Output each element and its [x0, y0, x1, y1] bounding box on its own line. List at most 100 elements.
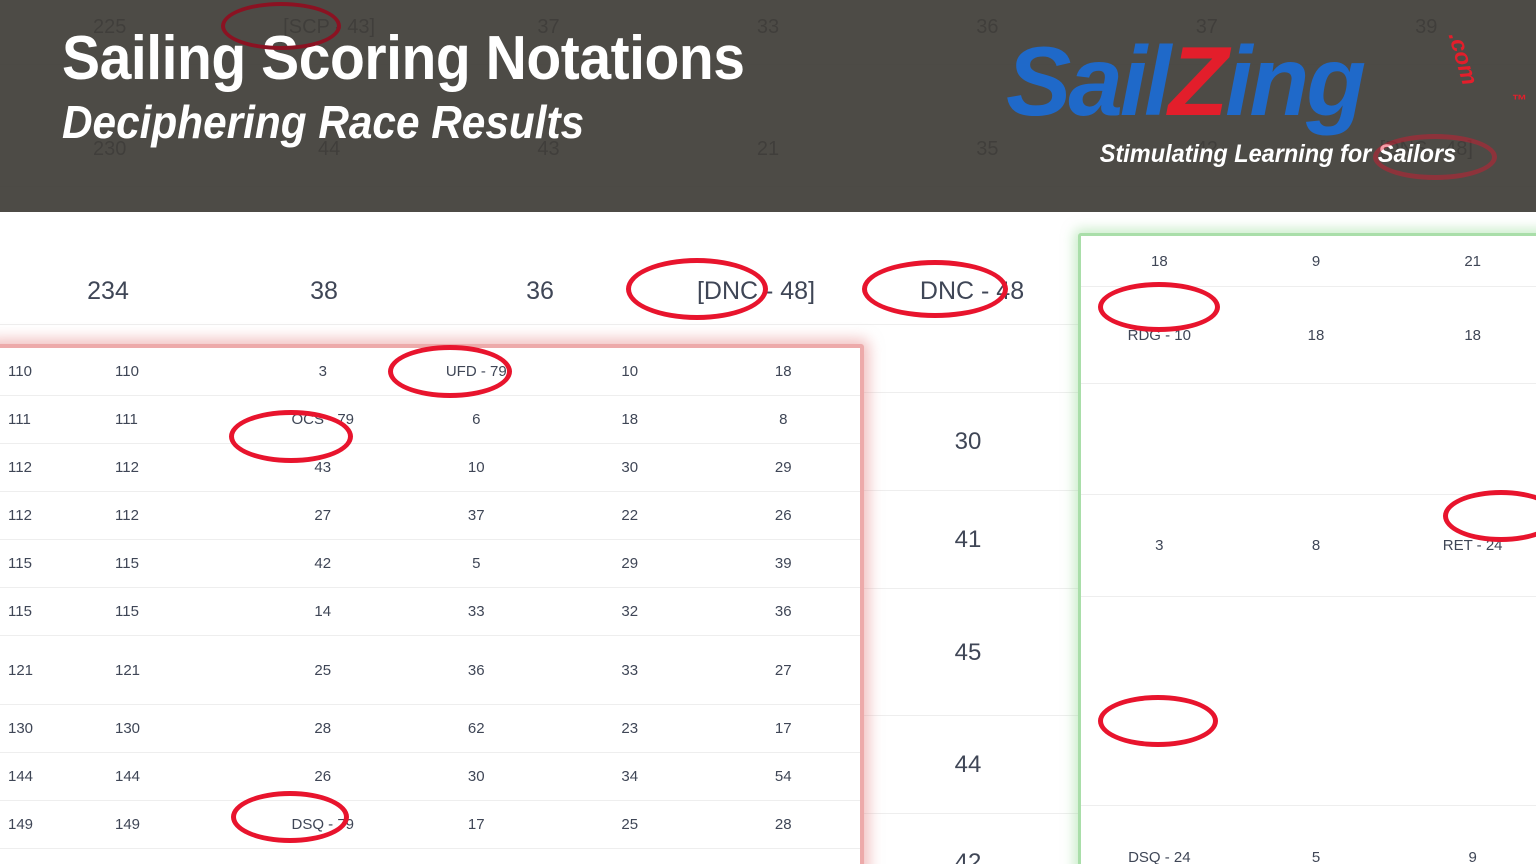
cell-race: 5 — [399, 539, 553, 588]
middle-score-cell: 42 — [856, 813, 1080, 864]
table-row: 112 112 43 10 30 29 — [0, 443, 860, 492]
middle-score-cell: 30 — [856, 392, 1080, 491]
cell-race: 39 — [706, 539, 860, 588]
logo-tagline: Stimulating Learning for Sailors — [1099, 140, 1457, 168]
cell-empty — [1237, 596, 1395, 806]
cell-race: 14 — [246, 587, 400, 636]
cell-race: 8 — [706, 395, 860, 444]
cell-race: 18 — [1394, 286, 1536, 384]
cell-sail: 110 — [105, 348, 246, 396]
mid-cell: 234 — [87, 276, 129, 305]
mid-cell: 36 — [526, 276, 554, 305]
cell-race: 22 — [553, 491, 707, 540]
cell-sail: 144 — [105, 752, 246, 801]
cell-race: 23 — [553, 704, 707, 753]
cell-race: 26 — [706, 491, 860, 540]
table-row: 144 144 26 30 34 54 — [0, 752, 860, 801]
cell-sail: 130 — [105, 704, 246, 753]
cell-race: 17 — [399, 800, 553, 849]
cell-race: 34 — [553, 752, 707, 801]
cell-empty — [1081, 383, 1238, 495]
cell-race: 29 — [399, 848, 553, 864]
cell-sail: 149 — [105, 800, 246, 849]
cell-sail: 121 — [105, 635, 246, 705]
page-subtitle: Deciphering Race Results — [62, 96, 585, 148]
cell-race: 43 — [246, 443, 400, 492]
cell-id: 112 — [0, 443, 105, 492]
cell-race: 30 — [553, 443, 707, 492]
cell-race: 30 — [399, 752, 553, 801]
cell-id: 115 — [0, 587, 105, 636]
table-row: 18 9 21 — [1081, 236, 1536, 287]
cell-race-ret: RET - 24 — [1394, 494, 1536, 597]
table-row: RDG - 10 18 18 — [1081, 286, 1536, 384]
cell-empty — [1394, 383, 1536, 495]
cell-race: 18 — [1237, 286, 1395, 384]
logo-text-dotcom: .com — [1443, 29, 1484, 88]
cell-id: 149 — [0, 800, 105, 849]
cell-race: 17 — [706, 704, 860, 753]
cell-race: 50 — [553, 848, 707, 864]
cell-race: 25 — [553, 800, 707, 849]
cell-race-dsq: DSQ - 79 — [246, 800, 400, 849]
table-row: 149 149 29 29 50 41 — [0, 848, 860, 864]
table-row: 121 121 25 36 33 27 — [0, 635, 860, 705]
logo-text-ing: ing — [1225, 26, 1366, 136]
middle-score-cell: 44 — [856, 715, 1080, 814]
table-row: 3 8 RET - 24 — [1081, 494, 1536, 597]
cell-sail: 112 — [105, 491, 246, 540]
cell-race-ufd: UFD - 79 — [399, 348, 553, 396]
cell-race: 27 — [246, 491, 400, 540]
table-row: 112 112 27 37 22 26 — [0, 491, 860, 540]
logo-wordmark: SailZing ™ .com — [1006, 22, 1527, 140]
cell-race: 28 — [246, 704, 400, 753]
cell-race: 3 — [246, 348, 400, 396]
cell-race: 54 — [706, 752, 860, 801]
cell-id: 112 — [0, 491, 105, 540]
cell-race: 27 — [706, 635, 860, 705]
cell-race: 10 — [553, 348, 707, 396]
cell-race: 33 — [399, 587, 553, 636]
cell-race: 42 — [246, 539, 400, 588]
title-banner: Sailing Scoring Notations Deciphering Ra… — [0, 0, 1536, 212]
middle-score-cell: 45 — [856, 588, 1080, 716]
cell-race: 9 — [1394, 805, 1536, 864]
cell-race-ocs: OCS - 79 — [246, 395, 400, 444]
table-row: 115 115 42 5 29 39 — [0, 539, 860, 588]
cell-race: 18 — [553, 395, 707, 444]
cell-race: 29 — [706, 443, 860, 492]
cell-sail: 115 — [105, 539, 246, 588]
right-results-table: 18 9 21 RDG - 10 18 18 3 8 RET - 24 DSQ … — [1081, 236, 1536, 864]
cell-id: 110 — [0, 348, 105, 396]
mid-cell-dnc: DNC - 48 — [919, 276, 1025, 305]
cell-race: 3 — [1081, 494, 1238, 597]
table-row — [1081, 596, 1536, 806]
cell-race: 18 — [1081, 236, 1238, 287]
logo-text-z: Z — [1168, 26, 1228, 136]
middle-table-row: 234 38 36 [DNC - 48] DNC - 48 — [0, 258, 1080, 325]
cell-race: 29 — [553, 539, 707, 588]
cell-empty — [1394, 596, 1536, 806]
table-row: 111 111 OCS - 79 6 18 8 — [0, 395, 860, 444]
mid-cell: 38 — [310, 276, 338, 305]
left-results-table: 110 110 3 UFD - 79 10 18 111 111 OCS - 7… — [0, 348, 860, 864]
cell-race-rdg: RDG - 10 — [1081, 286, 1238, 384]
cell-race: 62 — [399, 704, 553, 753]
cell-race: 9 — [1237, 236, 1395, 287]
table-row: DSQ - 24 5 9 — [1081, 805, 1536, 864]
cell-race: 5 — [1237, 805, 1395, 864]
cell-race: 26 — [246, 752, 400, 801]
cell-race: 29 — [246, 848, 400, 864]
cell-race: 28 — [706, 800, 860, 849]
cell-id: 111 — [0, 395, 105, 444]
cell-id: 130 — [0, 704, 105, 753]
cell-race: 8 — [1237, 494, 1395, 597]
cell-race: 18 — [706, 348, 860, 396]
cell-race: 10 — [399, 443, 553, 492]
page-title: Sailing Scoring Notations — [62, 24, 745, 93]
cell-sail: 149 — [105, 848, 246, 864]
cell-race: 21 — [1394, 236, 1536, 287]
cell-race: 6 — [399, 395, 553, 444]
cell-race: 41 — [706, 848, 860, 864]
cell-id: 149 — [0, 848, 105, 864]
